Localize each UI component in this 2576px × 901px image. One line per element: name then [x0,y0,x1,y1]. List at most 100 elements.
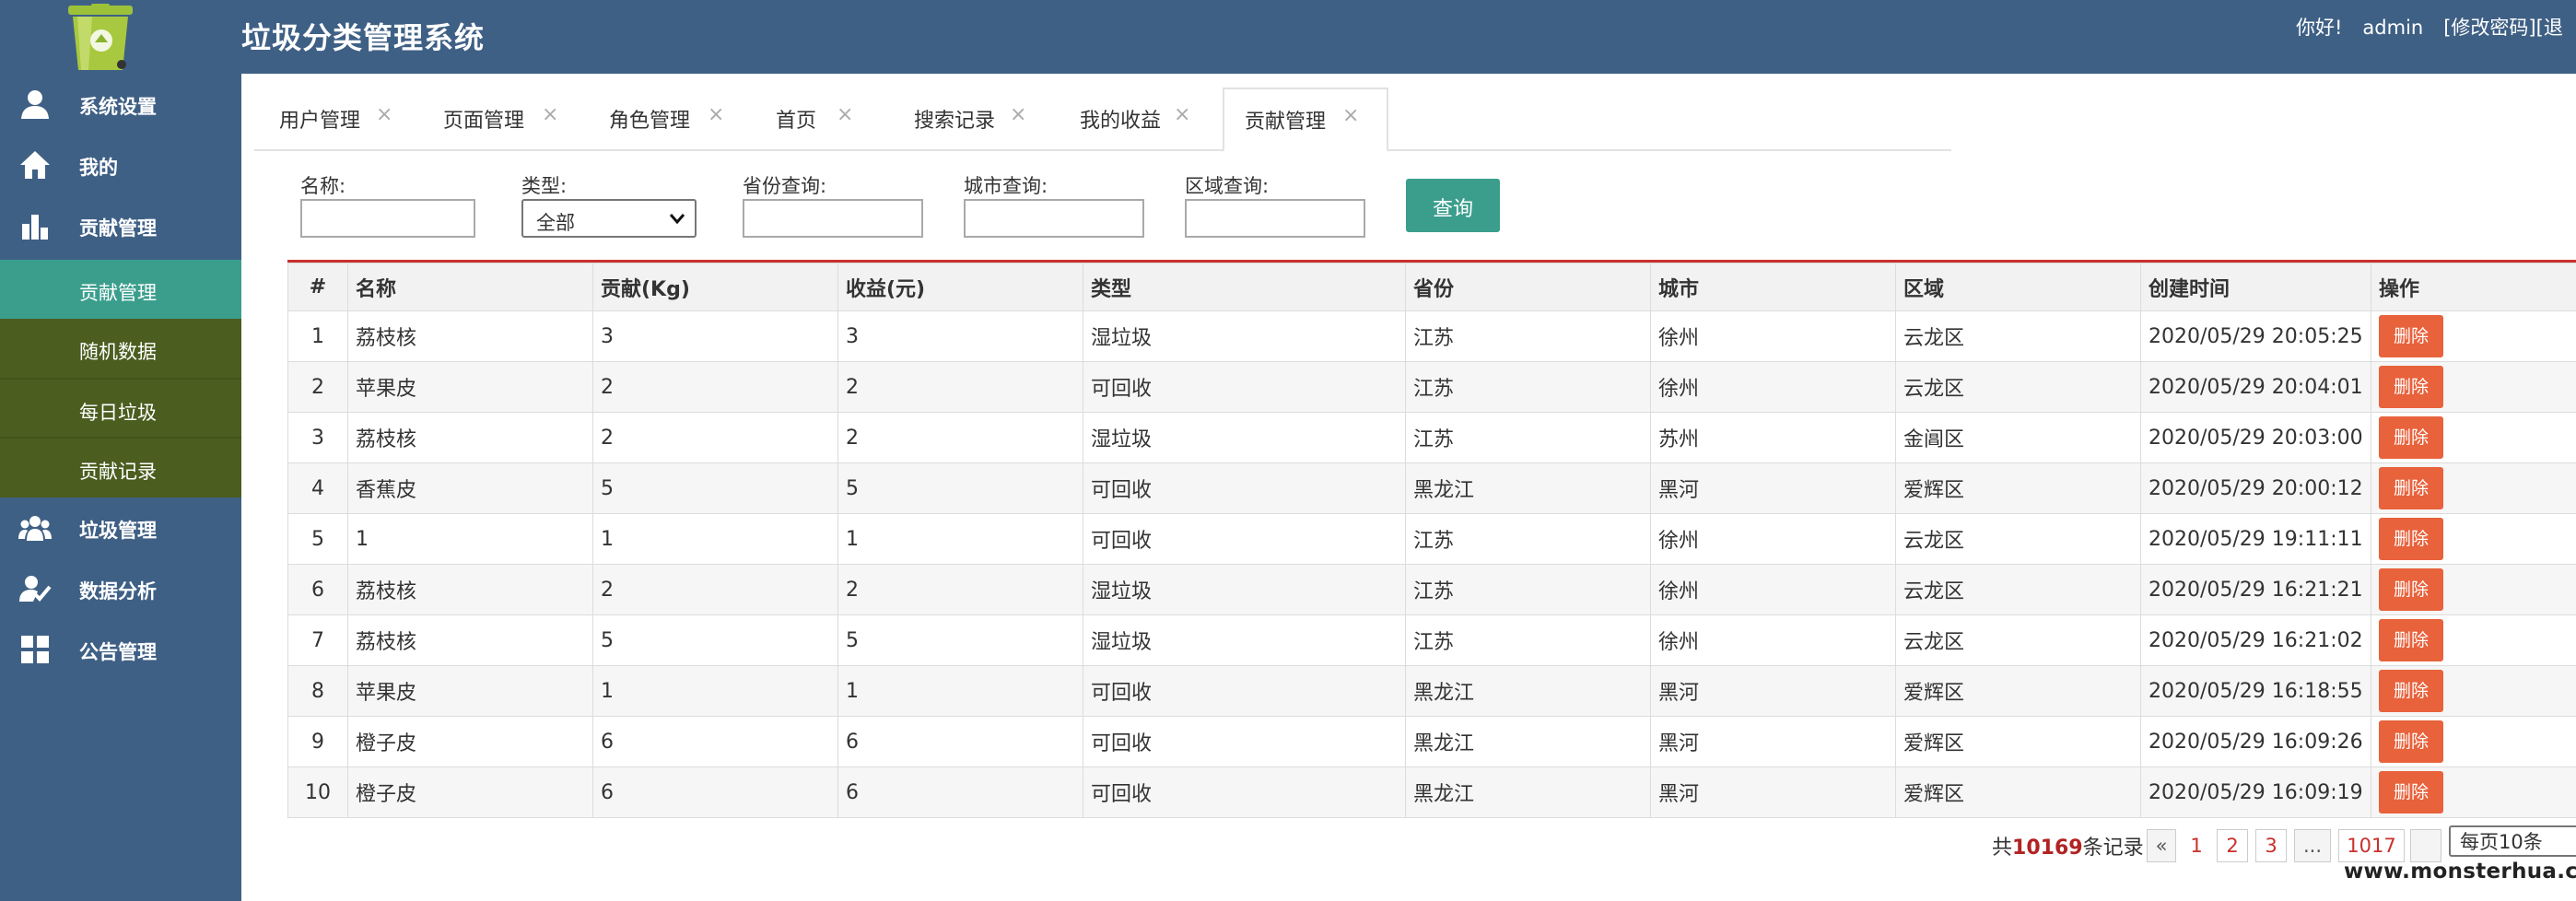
sidebar-item-label: 公告管理 [79,641,157,663]
sidebar-subitem-daily-garbage[interactable]: 每日垃圾 [0,380,241,439]
cell-actions: 删除 [2371,766,2576,818]
table-row: 6 荔枝核 2 2 湿垃圾 江苏 徐州 云龙区 2020/05/29 16:21:21 删除 [287,564,2576,615]
sidebar-subitem-label: 每日垃圾 [79,402,157,424]
city-label: 城市查询: [964,175,1048,197]
cell-created-time: 2020/05/29 16:21:21 [2140,564,2371,615]
district-label: 区域查询: [1185,175,1270,197]
sidebar-item-mine[interactable]: 我的 [0,138,241,192]
per-page-value: 每页10条 [2460,831,2543,853]
tab-contribution-management[interactable]: 贡献管理 × [1223,88,1388,152]
type-select[interactable]: 全部 [521,199,697,238]
delete-button[interactable]: 删除 [2379,467,2443,509]
next-page-button[interactable] [2410,829,2441,862]
delete-button[interactable]: 删除 [2379,771,2443,813]
cell-province: 江苏 [1405,564,1651,615]
cell-district: 云龙区 [1895,564,2141,615]
name-input[interactable] [300,199,475,238]
cell-earnings: 2 [837,361,1083,413]
cell-created-time: 2020/05/29 20:00:12 [2140,462,2371,514]
page-label: 3 [2265,835,2277,857]
tab-my-earnings[interactable]: 我的收益 × [1047,88,1212,149]
contribution-table-wrapper: # 名称 贡献(Kg) 收益(元) 类型 省份 城市 区域 创建时间 操作 1荔… [287,260,2576,818]
cell-actions: 删除 [2371,564,2576,615]
sidebar-item-garbage[interactable]: 垃圾管理 [0,501,241,555]
cell-contribution: 2 [592,361,838,413]
close-icon[interactable]: × [1010,103,1026,126]
close-icon[interactable]: × [542,103,558,126]
col-header-name: 名称 [347,263,593,311]
district-input[interactable] [1185,199,1365,238]
tab-label: 用户管理 [279,110,361,133]
cell-type: 可回收 [1083,766,1406,818]
cell-earnings: 3 [837,310,1083,362]
cell-earnings: 5 [837,614,1083,666]
delete-button[interactable]: 删除 [2379,568,2443,611]
per-page-select[interactable]: 每页10条 [2449,825,2576,857]
tab-home[interactable]: 首页 × [748,88,881,149]
close-icon[interactable]: × [708,103,724,126]
delete-button[interactable]: 删除 [2379,416,2443,459]
cell-type: 湿垃圾 [1083,564,1406,615]
col-header-city: 城市 [1650,263,1896,311]
close-icon[interactable]: × [376,103,392,126]
sidebar-subitem-contribution-manage[interactable]: 贡献管理 [0,260,241,319]
col-header-district: 区域 [1895,263,2141,311]
cell-index: 8 [287,665,348,717]
total-count: 10169 [2012,837,2083,860]
col-header-contribution: 贡献(Kg) [592,263,838,311]
delete-button[interactable]: 删除 [2379,366,2443,408]
sidebar-subitem-random-data[interactable]: 随机数据 [0,319,241,378]
query-button[interactable]: 查询 [1406,179,1500,232]
page-button-1[interactable]: 1 [2182,829,2211,862]
cell-province: 江苏 [1405,412,1651,463]
cell-type: 可回收 [1083,716,1406,767]
cell-district: 金阊区 [1895,412,2141,463]
sidebar-subitem-contribution-records[interactable]: 贡献记录 [0,439,241,497]
sidebar-item-system-settings[interactable]: 系统设置 [0,77,241,131]
prev-page-button[interactable]: « [2147,829,2176,862]
cell-created-time: 2020/05/29 16:09:19 [2140,766,2371,818]
cell-city: 徐州 [1650,614,1896,666]
cell-created-time: 2020/05/29 16:18:55 [2140,665,2371,717]
cell-type: 湿垃圾 [1083,614,1406,666]
delete-button[interactable]: 删除 [2379,315,2443,357]
close-icon[interactable]: × [1342,104,1359,127]
delete-button[interactable]: 删除 [2379,670,2443,712]
close-icon[interactable]: × [1174,103,1190,126]
trash-bin-logo-icon [68,4,133,70]
total-suffix: 条记录 [2082,837,2144,860]
city-input[interactable] [964,199,1144,238]
query-button-label: 查询 [1432,198,1473,221]
cell-district: 云龙区 [1895,513,2141,565]
cell-name: 苹果皮 [347,665,593,717]
delete-button[interactable]: 删除 [2379,518,2443,560]
logout-link[interactable]: [退 [2536,17,2563,39]
analysis-icon [19,576,52,602]
sidebar-item-contribution[interactable]: 贡献管理 [0,199,241,252]
page-button-2[interactable]: 2 [2217,829,2248,862]
sidebar-item-announcements[interactable]: 公告管理 [0,623,241,676]
cell-city: 徐州 [1650,513,1896,565]
delete-button[interactable]: 删除 [2379,720,2443,763]
cell-created-time: 2020/05/29 16:09:26 [2140,716,2371,767]
sidebar-item-data-analysis[interactable]: 数据分析 [0,562,241,615]
col-header-created-time: 创建时间 [2140,263,2371,311]
province-input[interactable] [743,199,923,238]
change-password-link[interactable]: [修改密码] [2443,17,2535,39]
tab-search-records[interactable]: 搜索记录 × [881,88,1047,149]
tab-user-management[interactable]: 用户管理 × [254,88,418,149]
table-row: 4 香蕉皮 5 5 可回收 黑龙江 黑河 爱辉区 2020/05/29 20:00:12 删除 [287,462,2576,514]
province-label: 省份查询: [743,175,827,197]
cell-name: 苹果皮 [347,361,593,413]
page-button-3[interactable]: 3 [2255,829,2287,862]
delete-button[interactable]: 删除 [2379,619,2443,661]
tab-page-management[interactable]: 页面管理 × [418,88,584,149]
close-icon[interactable]: × [837,103,853,126]
cell-actions: 删除 [2371,665,2576,717]
app-title: 垃圾分类管理系统 [241,20,486,55]
cell-city: 苏州 [1650,412,1896,463]
cell-actions: 删除 [2371,310,2576,362]
cell-contribution: 1 [592,513,838,565]
page-button-last[interactable]: 1017 [2338,829,2405,862]
tab-role-management[interactable]: 角色管理 × [584,88,748,149]
